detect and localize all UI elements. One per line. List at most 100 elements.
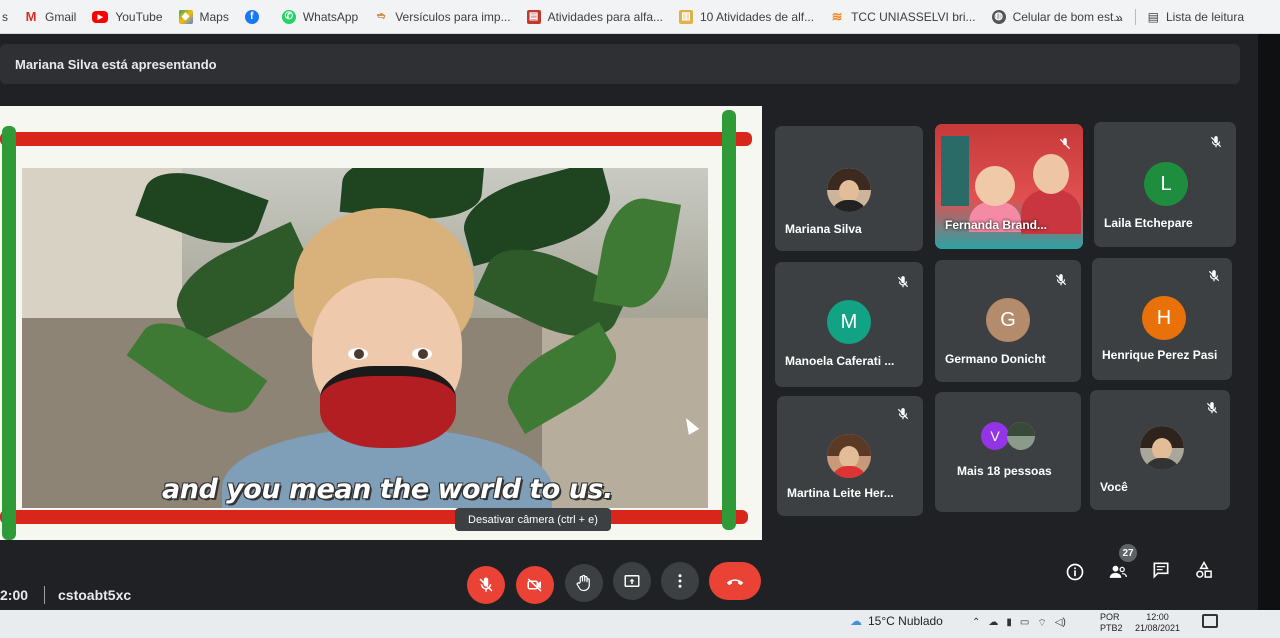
bookmark-label: s [2,9,8,24]
reading-list-button[interactable]: Lista de leitura [1166,10,1244,24]
info-icon [1066,563,1084,581]
weather-text: 15°C Nublado [868,614,943,628]
participant-tile[interactable]: Mariana Silva [775,126,923,251]
layers-icon: ≋ [831,8,843,24]
divider [1134,9,1136,25]
participant-tile[interactable]: H Henrique Perez Pasi [1092,258,1232,380]
leave-call-button[interactable] [709,562,761,600]
bookmarks-bar: s M Gmail ▶ YouTube ◆ Maps f ✆ WhatsApp … [0,0,1280,34]
photo-eye [348,348,368,360]
presenter-banner: Mariana Silva está apresentando [0,44,1240,84]
bookmark-tcc[interactable]: ≋ TCC UNIASSELVI bri... [830,8,976,24]
participant-name: Laila Etchepare [1104,216,1193,230]
os-taskbar [0,610,1280,638]
self-tile[interactable]: Você [1090,390,1230,510]
language-code: POR [1100,612,1120,622]
book-icon: ▥ [679,9,693,24]
mic-off-icon [1057,136,1073,152]
people-icon [1109,565,1127,578]
facebook-icon: f [244,9,259,24]
wifi-icon[interactable]: ⌔ [1037,617,1046,630]
slide-photo: and you mean the world to us. [22,168,708,508]
camera-toggle-button[interactable] [516,566,554,604]
avatar [1140,426,1184,470]
decorative-stripe [2,126,16,540]
bookmark-label: Celular de bom est... [1012,9,1124,24]
decorative-stripe [0,132,752,146]
bookmark-label: Atividades para alfa... [547,9,663,24]
meeting-details-button[interactable] [1063,560,1087,584]
raise-hand-button[interactable] [565,564,603,602]
youtube-icon: ▶ [92,10,109,23]
bookmark-atividades[interactable]: ▤ Atividades para alfa... [526,9,663,24]
bookmark-label: Maps [199,9,229,24]
avatar: H [1142,296,1186,340]
participant-name: Manoela Caferati ... [785,354,895,368]
bookmark-label: TCC UNIASSELVI bri... [851,9,976,24]
photo-leaf [592,192,682,314]
mic-off-icon [895,406,911,422]
cloud-icon[interactable]: ☁ [988,617,998,630]
bookmark-facebook[interactable]: f [244,9,266,24]
notifications-icon[interactable] [1202,614,1218,628]
presentation-view[interactable]: and you mean the world to us. [0,106,762,540]
mic-off-icon [1208,134,1224,150]
language-indicator[interactable]: POR PTB2 [1100,612,1123,634]
photo-eye [412,348,432,360]
divider [44,586,45,604]
participant-name: Martina Leite Her... [787,486,894,500]
activities-button[interactable] [1192,558,1216,582]
participant-tile[interactable]: G Germano Donicht [935,260,1081,382]
slide-caption: and you mean the world to us. [162,474,613,505]
maps-icon: ◆ [178,9,193,24]
weather-widget[interactable]: ☁ 15°C Nublado [850,614,943,628]
camera-off-icon [527,578,542,592]
video-person [1033,154,1069,194]
avatar [1007,422,1035,450]
volume-icon[interactable]: ◁) [1055,617,1066,630]
bookmark-10-atividades[interactable]: ▥ 10 Atividades de alf... [679,9,814,24]
photo-mask [320,366,456,448]
participant-tile-video[interactable]: Fernanda Brand... [935,124,1083,249]
bookmark-gmail[interactable]: M Gmail [24,9,77,24]
chat-button[interactable] [1149,558,1173,582]
screen-bezel [1258,34,1280,638]
bookmark-label: Versículos para imp... [395,9,511,24]
more-options-button[interactable] [661,562,699,600]
participant-tile[interactable]: L Laila Etchepare [1094,122,1236,247]
battery-icon[interactable]: ▭ [1020,617,1029,630]
mic-icon[interactable]: ▮ [1006,617,1012,630]
globe-icon: ◍ [991,9,1006,24]
bookmark-whatsapp[interactable]: ✆ WhatsApp [281,9,358,24]
bookmark-label: Gmail [45,9,77,24]
reading-list-icon: ▤ [1147,10,1159,24]
participant-name: Fernanda Brand... [945,218,1048,232]
participant-tile[interactable]: Martina Leite Her... [777,396,923,516]
participant-tile[interactable]: M Manoela Caferati ... [775,262,923,387]
present-icon [624,575,640,587]
mic-off-icon [895,274,911,290]
gmail-icon: M [25,9,37,24]
bookmark-celular[interactable]: ◍ Celular de bom est... [991,9,1124,24]
mic-off-icon [1206,268,1222,284]
keyboard-layout: PTB2 [1100,623,1123,633]
bookmark-truncated[interactable]: s [2,10,8,24]
more-bookmarks-button[interactable]: » [1115,10,1122,25]
bookmark-youtube[interactable]: ▶ YouTube [92,10,163,24]
avatar: G [986,298,1030,342]
page-icon: ➬ [377,11,386,22]
chevron-up-icon[interactable]: ⌃ [972,617,980,630]
weather-icon: ☁ [850,614,862,628]
system-clock[interactable]: 12:00 21/08/2021 [1135,612,1180,634]
presenter-text: Mariana Silva está apresentando [15,56,217,72]
participant-name: Mais 18 pessoas [957,464,1052,478]
present-now-button[interactable] [613,562,651,600]
bookmark-versiculos[interactable]: ➬ Versículos para imp... [374,9,511,24]
participant-name: Germano Donicht [945,352,1046,366]
mic-toggle-button[interactable] [467,566,505,604]
decorative-stripe [0,510,748,524]
activities-icon [1196,560,1212,578]
participants-button[interactable] [1106,560,1130,584]
bookmark-maps[interactable]: ◆ Maps [178,9,229,24]
more-participants-tile[interactable]: V Mais 18 pessoas [935,392,1081,512]
